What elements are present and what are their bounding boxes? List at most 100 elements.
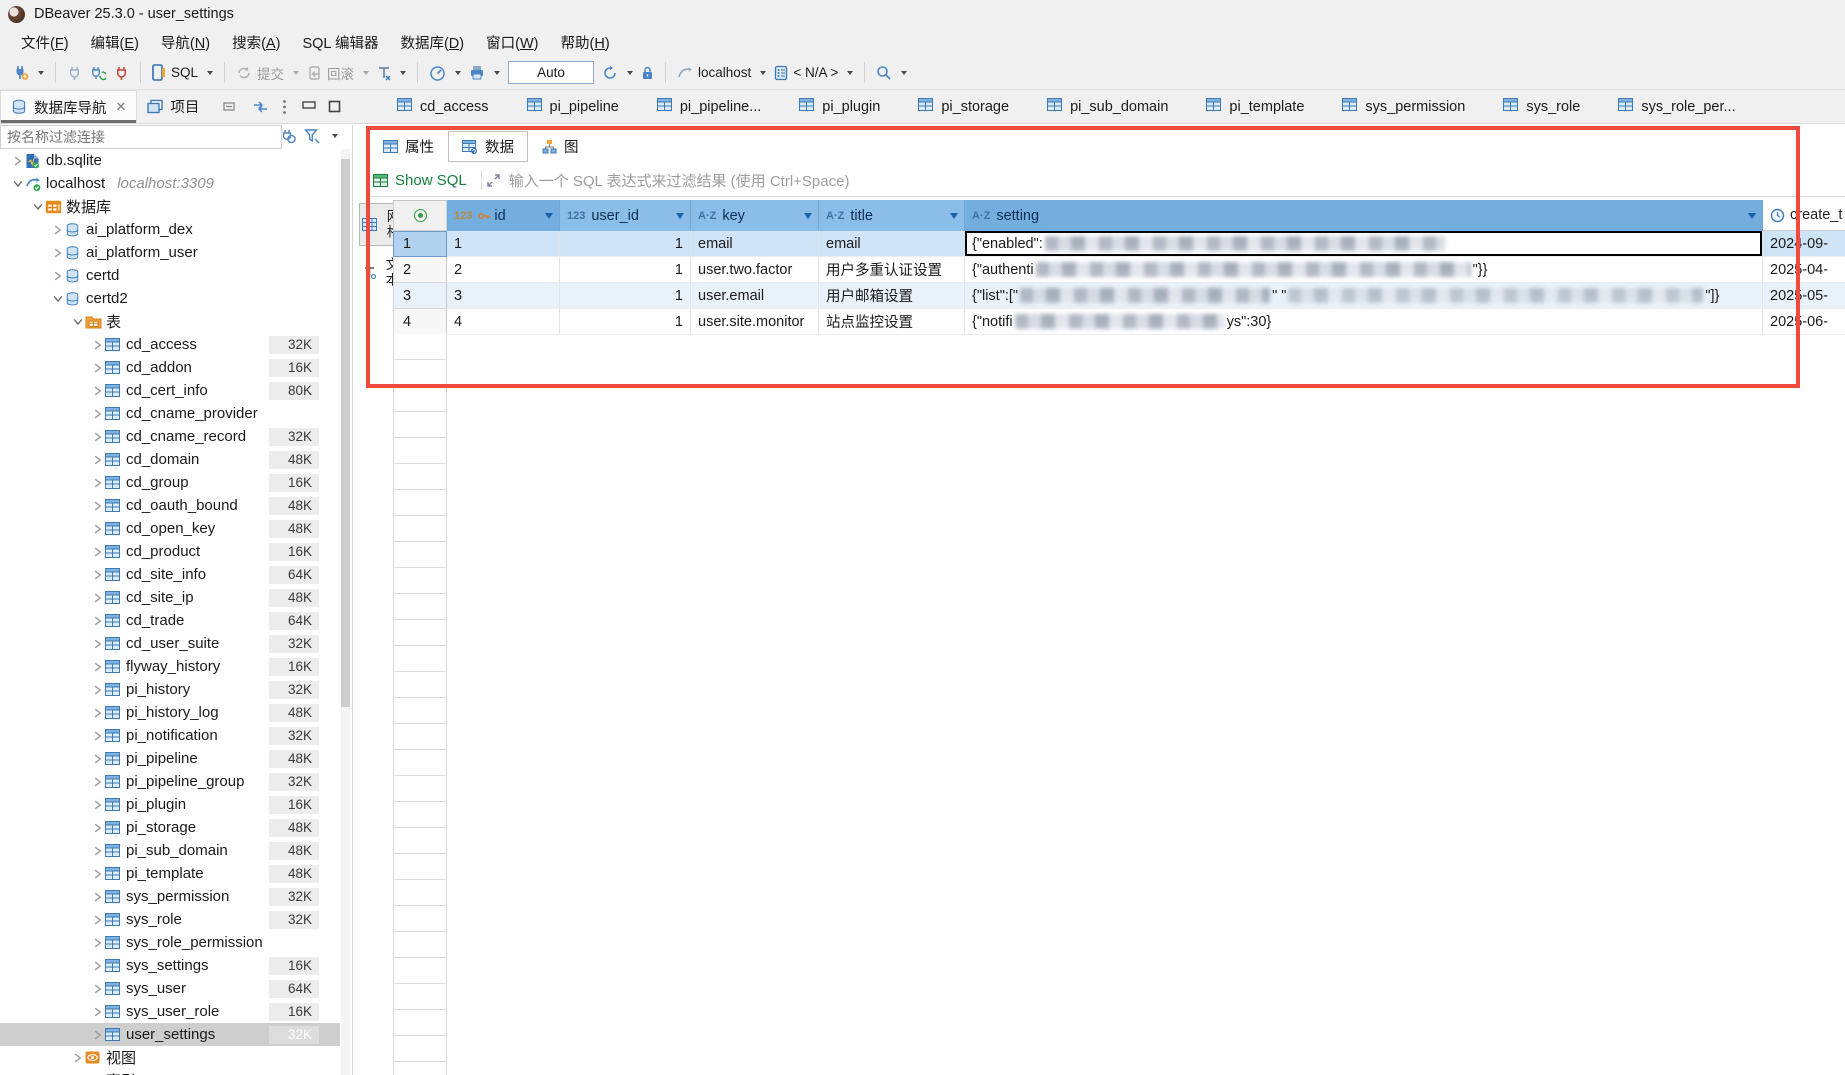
tree-item-cd_trade[interactable]: cd_trade64K	[0, 609, 340, 632]
chevron-right-icon[interactable]	[90, 501, 105, 511]
tree-item-索引[interactable]: 索引	[0, 1069, 340, 1075]
empty-row-header[interactable]	[393, 490, 447, 516]
editor-tab-sys_role_per[interactable]: sys_role_per...	[1600, 90, 1753, 123]
empty-row-header[interactable]	[393, 828, 447, 854]
close-icon[interactable]: ✕	[116, 99, 127, 115]
chevron-right-icon[interactable]	[90, 409, 105, 419]
empty-row-header[interactable]	[393, 1036, 447, 1062]
cell-user_id[interactable]: 1	[560, 309, 691, 335]
column-header-key[interactable]: A·Zkey	[691, 200, 819, 231]
empty-row-header[interactable]	[393, 620, 447, 646]
chevron-right-icon[interactable]	[50, 248, 65, 258]
empty-row-header[interactable]	[393, 516, 447, 542]
tree-item-sys_user_role[interactable]: sys_user_role16K	[0, 1000, 340, 1023]
expand-filter-icon[interactable]	[486, 173, 501, 188]
tree-item-cd_cname_record[interactable]: cd_cname_record32K	[0, 425, 340, 448]
empty-row-header[interactable]	[393, 958, 447, 984]
cell-title[interactable]: 站点监控设置	[819, 309, 965, 335]
chevron-right-icon[interactable]	[90, 915, 105, 925]
sql-editor-button[interactable]: SQL	[148, 61, 217, 84]
filter-expression-input[interactable]: 输入一个 SQL 表达式来过滤结果 (使用 Ctrl+Space)	[509, 170, 850, 191]
tree-item-cd_access[interactable]: cd_access32K	[0, 333, 340, 356]
tree-item-sys_settings[interactable]: sys_settings16K	[0, 954, 340, 977]
column-header-user_id[interactable]: 123user_id	[560, 200, 691, 231]
connect-state-icon[interactable]	[279, 127, 296, 144]
editor-tab-pi_pipeline[interactable]: pi_pipeline	[509, 90, 637, 123]
empty-row-header[interactable]	[393, 646, 447, 672]
cell-key[interactable]: user.site.monitor	[691, 309, 819, 335]
tree-item-pi_pipeline[interactable]: pi_pipeline48K	[0, 747, 340, 770]
schema-selector[interactable]: < N/A >	[770, 62, 857, 84]
tree-item-cd_addon[interactable]: cd_addon16K	[0, 356, 340, 379]
cell-id[interactable]: 1	[447, 231, 560, 257]
disconnect-button[interactable]	[110, 62, 133, 84]
cell-id[interactable]: 4	[447, 309, 560, 335]
empty-row-header[interactable]	[393, 802, 447, 828]
tree-item-表[interactable]: 表	[0, 310, 340, 333]
tree-item-certd[interactable]: certd	[0, 264, 340, 287]
editor-tab-pi_template[interactable]: pi_template	[1188, 90, 1322, 123]
tree-item-pi_history_log[interactable]: pi_history_log48K	[0, 701, 340, 724]
empty-row-header[interactable]	[393, 542, 447, 568]
empty-row-header[interactable]	[393, 906, 447, 932]
chevron-down-icon[interactable]	[70, 317, 85, 326]
search-button[interactable]	[872, 62, 911, 84]
tree-item-ai_platform_user[interactable]: ai_platform_user	[0, 241, 340, 264]
connection-selector[interactable]: localhost	[673, 62, 770, 83]
tree-item-user_settings[interactable]: user_settings32K	[0, 1023, 340, 1046]
cell-id[interactable]: 3	[447, 283, 560, 309]
empty-row-header[interactable]	[393, 724, 447, 750]
chevron-right-icon[interactable]	[90, 524, 105, 534]
column-menu-icon[interactable]	[545, 213, 553, 219]
select-all-header[interactable]	[393, 200, 447, 231]
cell-create_time[interactable]: 2025-04-	[1763, 257, 1845, 283]
chevron-right-icon[interactable]	[50, 225, 65, 235]
chevron-right-icon[interactable]	[90, 938, 105, 948]
tree-item-数据库[interactable]: 数据库	[0, 195, 340, 218]
tab-projects[interactable]: 项目	[137, 90, 209, 123]
tree-item-pi_pipeline_group[interactable]: pi_pipeline_group32K	[0, 770, 340, 793]
empty-row-header[interactable]	[393, 1062, 447, 1075]
chevron-right-icon[interactable]	[90, 363, 105, 373]
link-with-editor-icon[interactable]	[252, 100, 269, 114]
show-sql-button[interactable]: Show SQL	[369, 172, 477, 189]
menu-w[interactable]: 窗口(W)	[475, 29, 549, 56]
tree-item-localhost[interactable]: localhostlocalhost:3309	[0, 172, 340, 195]
chevron-down-icon[interactable]	[50, 294, 65, 303]
chevron-right-icon[interactable]	[90, 386, 105, 396]
empty-row-header[interactable]	[393, 438, 447, 464]
chevron-right-icon[interactable]	[90, 1007, 105, 1017]
tab-data[interactable]: 数据	[448, 131, 528, 162]
view-menu-icon[interactable]	[282, 99, 287, 115]
empty-row-header[interactable]	[393, 672, 447, 698]
tree-item-sys_user[interactable]: sys_user64K	[0, 977, 340, 1000]
lock-button[interactable]	[637, 62, 658, 84]
chevron-right-icon[interactable]	[90, 731, 105, 741]
cell-create_time[interactable]: 2025-06-	[1763, 309, 1845, 335]
cell-key[interactable]: email	[691, 231, 819, 257]
editor-tab-pi_storage[interactable]: pi_storage	[900, 90, 1027, 123]
cell-setting[interactable]: {"notifiys":30}	[965, 309, 1763, 335]
chevron-right-icon[interactable]	[90, 777, 105, 787]
row-number[interactable]: 1	[393, 231, 447, 257]
empty-row-header[interactable]	[393, 932, 447, 958]
cell-key[interactable]: user.two.factor	[691, 257, 819, 283]
editor-tab-sys_role[interactable]: sys_role	[1485, 90, 1598, 123]
chevron-right-icon[interactable]	[90, 800, 105, 810]
chevron-right-icon[interactable]	[90, 754, 105, 764]
tree-item-db.sqlite[interactable]: db.sqlite	[0, 149, 340, 172]
menu-e[interactable]: 编辑(E)	[80, 29, 150, 56]
chevron-down-icon[interactable]	[30, 202, 45, 211]
sidebar-scrollbar[interactable]	[341, 149, 350, 1075]
empty-row-header[interactable]	[393, 750, 447, 776]
tree-item-pi_notification[interactable]: pi_notification32K	[0, 724, 340, 747]
empty-row-header[interactable]	[393, 360, 447, 386]
tree-item-cd_open_key[interactable]: cd_open_key48K	[0, 517, 340, 540]
chevron-right-icon[interactable]	[90, 961, 105, 971]
menu-a[interactable]: 搜索(A)	[221, 29, 291, 56]
chevron-right-icon[interactable]	[90, 340, 105, 350]
connection-filter-input[interactable]	[0, 125, 282, 149]
transaction-mode-button[interactable]	[373, 62, 410, 84]
row-number[interactable]: 2	[393, 257, 447, 283]
tree-item-ai_platform_dex[interactable]: ai_platform_dex	[0, 218, 340, 241]
